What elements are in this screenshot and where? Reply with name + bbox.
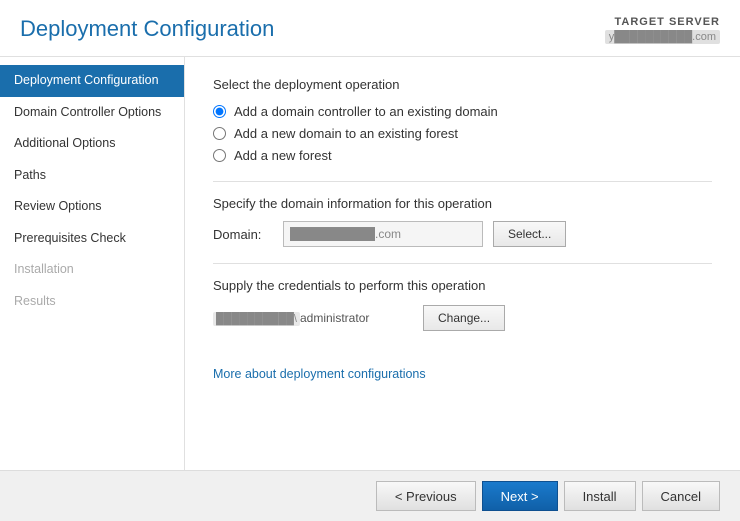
server-name: y██████████.com: [605, 30, 720, 44]
radio-add-domain-existing[interactable]: [213, 127, 226, 140]
cancel-button[interactable]: Cancel: [642, 481, 720, 511]
credentials-blurred: ██████████\: [213, 312, 300, 326]
sidebar: Deployment Configuration Domain Controll…: [0, 57, 185, 470]
radio-item-add-dc-existing: Add a domain controller to an existing d…: [213, 104, 712, 119]
radio-label-add-new-forest[interactable]: Add a new forest: [234, 148, 332, 163]
deployment-radio-group: Add a domain controller to an existing d…: [213, 104, 712, 163]
radio-label-add-domain-existing[interactable]: Add a new domain to an existing forest: [234, 126, 458, 141]
credentials-title: Supply the credentials to perform this o…: [213, 278, 712, 293]
radio-add-dc-existing[interactable]: [213, 105, 226, 118]
divider-1: [213, 181, 712, 182]
radio-add-new-forest[interactable]: [213, 149, 226, 162]
domain-section: Specify the domain information for this …: [213, 196, 712, 247]
header: Deployment Configuration TARGET SERVER y…: [0, 0, 740, 57]
divider-2: [213, 263, 712, 264]
credentials-value: ██████████\administrator: [213, 311, 413, 325]
previous-button[interactable]: < Previous: [376, 481, 476, 511]
sidebar-item-installation: Installation: [0, 254, 184, 286]
credentials-user: administrator: [300, 311, 369, 325]
select-button[interactable]: Select...: [493, 221, 566, 247]
footer: < Previous Next > Install Cancel: [0, 470, 740, 521]
more-info-link[interactable]: More about deployment configurations: [213, 367, 426, 381]
deployment-operation-title: Select the deployment operation: [213, 77, 712, 92]
radio-item-add-domain-existing: Add a new domain to an existing forest: [213, 126, 712, 141]
install-button[interactable]: Install: [564, 481, 636, 511]
change-button[interactable]: Change...: [423, 305, 505, 331]
sidebar-item-domain-controller-options[interactable]: Domain Controller Options: [0, 97, 184, 129]
sidebar-item-additional-options[interactable]: Additional Options: [0, 128, 184, 160]
content-area: Select the deployment operation Add a do…: [185, 57, 740, 470]
domain-row: Domain: Select...: [213, 221, 712, 247]
credentials-row: ██████████\administrator Change...: [213, 305, 712, 331]
next-button[interactable]: Next >: [482, 481, 558, 511]
domain-input[interactable]: [283, 221, 483, 247]
radio-label-add-dc-existing[interactable]: Add a domain controller to an existing d…: [234, 104, 498, 119]
sidebar-item-prerequisites-check[interactable]: Prerequisites Check: [0, 223, 184, 255]
server-label: TARGET SERVER: [605, 16, 720, 28]
domain-label: Domain:: [213, 227, 273, 242]
sidebar-item-results: Results: [0, 286, 184, 318]
credentials-section: Supply the credentials to perform this o…: [213, 278, 712, 331]
server-info: TARGET SERVER y██████████.com: [605, 16, 720, 44]
page-title: Deployment Configuration: [20, 16, 274, 42]
domain-info-title: Specify the domain information for this …: [213, 196, 712, 211]
sidebar-item-deployment-configuration[interactable]: Deployment Configuration: [0, 65, 184, 97]
sidebar-item-paths[interactable]: Paths: [0, 160, 184, 192]
sidebar-item-review-options[interactable]: Review Options: [0, 191, 184, 223]
radio-item-add-new-forest: Add a new forest: [213, 148, 712, 163]
main-area: Deployment Configuration Domain Controll…: [0, 57, 740, 470]
